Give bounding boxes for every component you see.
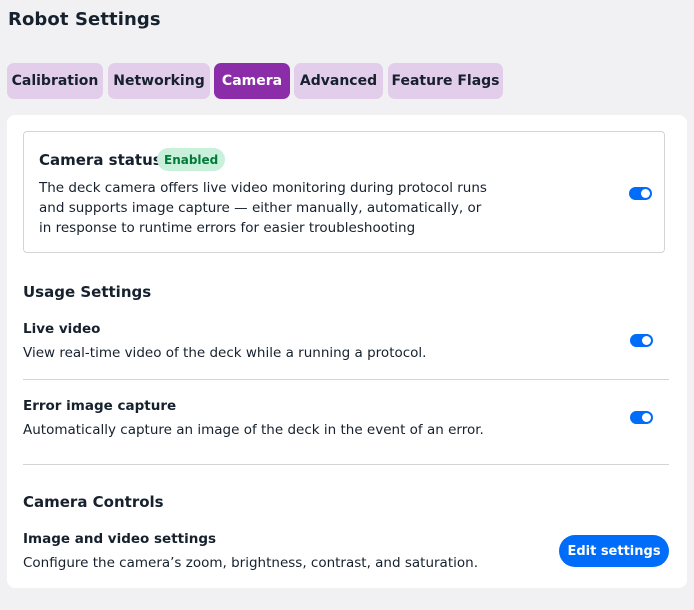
usage-settings-heading: Usage Settings: [23, 283, 152, 301]
toggle-knob: [642, 413, 651, 422]
tab-camera[interactable]: Camera: [214, 63, 290, 99]
divider: [23, 379, 669, 380]
camera-status-title: Camera status: [39, 151, 162, 169]
camera-status-card: Camera status Enabled The deck camera of…: [23, 131, 665, 253]
status-badge: Enabled: [157, 148, 226, 171]
tab-calibration[interactable]: Calibration: [7, 63, 103, 99]
divider: [23, 464, 669, 465]
camera-status-description: The deck camera offers live video monito…: [39, 180, 487, 236]
camera-controls-heading: Camera Controls: [23, 493, 164, 511]
image-video-settings-label: Image and video settings: [23, 531, 217, 547]
page-title: Robot Settings: [8, 9, 161, 30]
live-video-toggle[interactable]: [630, 334, 653, 347]
live-video-description: View real-time video of the deck while a…: [23, 345, 427, 361]
error-image-capture-description: Automatically capture an image of the de…: [23, 422, 484, 438]
error-image-capture-label: Error image capture: [23, 398, 177, 414]
error-image-capture-toggle[interactable]: [630, 411, 653, 424]
toggle-knob: [641, 189, 650, 198]
camera-status-toggle[interactable]: [629, 187, 652, 200]
tab-advanced[interactable]: Advanced: [294, 63, 383, 99]
live-video-label: Live video: [23, 321, 101, 337]
tab-feature-flags[interactable]: Feature Flags: [388, 63, 503, 99]
toggle-knob: [642, 336, 651, 345]
tab-networking[interactable]: Networking: [108, 63, 210, 99]
image-video-settings-description: Configure the camera’s zoom, brightness,…: [23, 555, 478, 571]
edit-settings-button[interactable]: Edit settings: [559, 535, 669, 567]
camera-settings-panel: Camera status Enabled The deck camera of…: [7, 115, 687, 588]
